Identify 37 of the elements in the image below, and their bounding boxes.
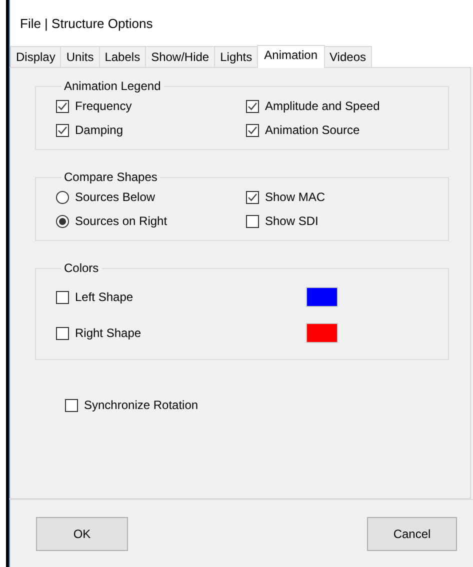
ok-button[interactable]: OK [36, 516, 128, 550]
option-label: Right Shape [75, 326, 142, 340]
option-label: Frequency [75, 99, 132, 113]
color-swatch[interactable] [306, 323, 338, 343]
tab[interactable]: Lights [214, 46, 258, 67]
tab[interactable]: Labels [98, 46, 146, 67]
option-label: Damping [75, 123, 124, 137]
option-label: Animation Source [265, 123, 360, 137]
tab[interactable]: Animation [257, 45, 325, 68]
tab[interactable]: Show/Hide [145, 46, 216, 67]
option-label: Show MAC [265, 190, 326, 204]
checkbox[interactable] [246, 214, 259, 228]
checkbox[interactable] [56, 326, 69, 340]
color-swatch[interactable] [306, 287, 338, 307]
window-title: File | Structure Options [20, 14, 153, 30]
cancel-button[interactable]: Cancel [367, 516, 457, 550]
checkbox[interactable] [246, 100, 259, 112]
radio-button[interactable] [56, 190, 69, 204]
checkbox[interactable] [56, 124, 69, 136]
group-title: Colors [63, 261, 100, 275]
radio-button[interactable] [56, 214, 69, 228]
checkbox[interactable] [246, 190, 259, 204]
tab[interactable]: Videos [324, 46, 372, 67]
group-title: Compare Shapes [63, 170, 158, 184]
option-label: Left Shape [75, 290, 134, 304]
checkbox[interactable] [56, 100, 69, 112]
tab[interactable]: Units [60, 46, 100, 67]
option-label: Sources on Right [75, 214, 168, 228]
option-label: Amplitude and Speed [265, 99, 380, 113]
group-title: Animation Legend [63, 79, 162, 93]
option-label: Sources Below [75, 190, 156, 204]
checkbox[interactable] [65, 398, 78, 412]
option-label: Synchronize Rotation [84, 398, 198, 412]
tab[interactable]: Display [10, 46, 62, 67]
checkbox[interactable] [56, 290, 69, 304]
option-label: Show SDI [265, 214, 318, 228]
checkbox[interactable] [246, 124, 259, 136]
